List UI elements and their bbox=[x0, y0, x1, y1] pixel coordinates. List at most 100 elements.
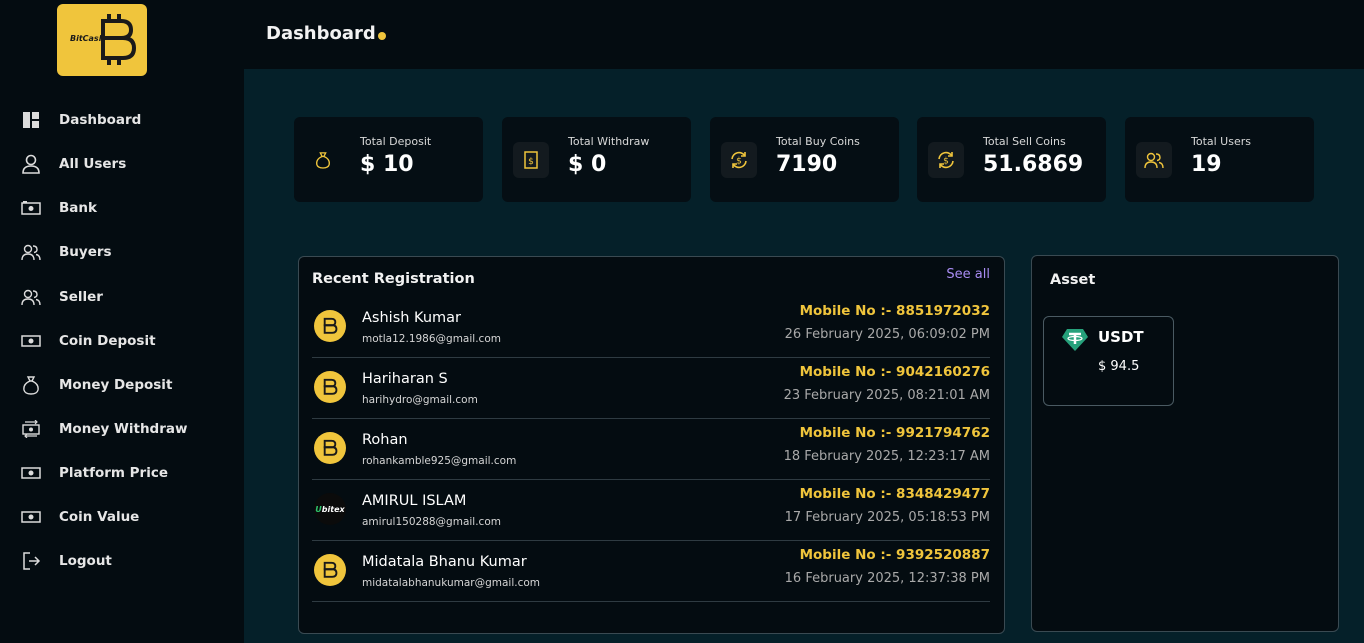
sidebar-item-label: Seller bbox=[59, 289, 103, 305]
users-icon bbox=[20, 286, 42, 308]
asset-value: $ 94.5 bbox=[1098, 359, 1140, 374]
user-name: Hariharan S bbox=[362, 371, 448, 387]
bitex-avatar-text: bitex bbox=[321, 504, 345, 514]
stat-card-total-deposit[interactable]: Total Deposit $ 10 bbox=[294, 117, 483, 202]
user-mobile: Mobile No :- 8348429477 bbox=[799, 486, 990, 502]
exchange-icon: $ bbox=[721, 142, 757, 178]
banknote-icon bbox=[20, 330, 42, 352]
stat-value: 19 bbox=[1191, 152, 1222, 177]
svg-text:$: $ bbox=[528, 157, 534, 167]
sidebar-item-label: Buyers bbox=[59, 244, 112, 260]
logout-icon bbox=[20, 550, 42, 572]
sidebar-item-logout[interactable]: Logout bbox=[20, 548, 230, 574]
stat-label: Total Sell Coins bbox=[983, 135, 1066, 148]
registration-date: 26 February 2025, 06:09:02 PM bbox=[784, 327, 990, 342]
user-name: Ashish Kumar bbox=[362, 310, 461, 326]
sidebar-item-bank[interactable]: Bank bbox=[20, 195, 230, 221]
registration-date: 16 February 2025, 12:37:38 PM bbox=[784, 571, 990, 586]
money-bag-icon bbox=[20, 374, 42, 396]
stat-label: Total Buy Coins bbox=[776, 135, 860, 148]
sidebar-item-label: All Users bbox=[59, 156, 127, 172]
sidebar-item-buyers[interactable]: Buyers bbox=[20, 239, 230, 265]
status-dot bbox=[378, 32, 386, 40]
sidebar-item-money-deposit[interactable]: Money Deposit bbox=[20, 372, 230, 398]
sidebar-item-label: Money Withdraw bbox=[59, 421, 188, 437]
svg-text:$: $ bbox=[736, 157, 742, 167]
stat-label: Total Withdraw bbox=[568, 135, 650, 148]
bitcash-avatar-icon bbox=[314, 432, 346, 464]
sidebar-item-money-withdraw[interactable]: Money Withdraw bbox=[20, 416, 230, 442]
stat-card-total-sell-coins[interactable]: $ Total Sell Coins 51.6869 bbox=[917, 117, 1106, 202]
bitcash-avatar-icon bbox=[314, 554, 346, 586]
sidebar-item-coin-deposit[interactable]: Coin Deposit bbox=[20, 328, 230, 354]
svg-text:$: $ bbox=[943, 157, 949, 167]
dashboard-icon bbox=[20, 109, 42, 131]
user-email: midatalabhanukumar@gmail.com bbox=[362, 577, 541, 589]
top-header: Dashboard bbox=[244, 0, 1364, 69]
registration-row[interactable]: Hariharan S harihydro@gmail.com Mobile N… bbox=[312, 358, 990, 419]
user-mobile: Mobile No :- 8851972032 bbox=[799, 303, 990, 319]
registration-date: 17 February 2025, 05:18:53 PM bbox=[784, 510, 990, 525]
stat-value: 7190 bbox=[776, 152, 838, 177]
tether-icon bbox=[1061, 328, 1089, 356]
sidebar-item-seller[interactable]: Seller bbox=[20, 284, 230, 310]
registration-date: 23 February 2025, 08:21:01 AM bbox=[783, 388, 990, 403]
asset-name: USDT bbox=[1098, 328, 1144, 346]
user-mobile: Mobile No :- 9392520887 bbox=[799, 547, 990, 563]
logo-text: BitCash bbox=[70, 34, 105, 43]
bitex-avatar-icon: Ubitex bbox=[314, 493, 346, 525]
stat-label: Total Deposit bbox=[360, 135, 432, 148]
registration-row[interactable]: Midatala Bhanu Kumar midatalabhanukumar@… bbox=[312, 541, 990, 602]
money-bag-icon bbox=[305, 142, 341, 178]
banknote-icon bbox=[20, 506, 42, 528]
stat-card-total-buy-coins[interactable]: $ Total Buy Coins 7190 bbox=[710, 117, 899, 202]
stat-value: $ 10 bbox=[360, 152, 414, 177]
sidebar-item-label: Coin Deposit bbox=[59, 333, 156, 349]
users-icon bbox=[1136, 142, 1172, 178]
sidebar-item-label: Coin Value bbox=[59, 509, 140, 525]
money-icon bbox=[20, 197, 42, 219]
receipt-icon: $ bbox=[513, 142, 549, 178]
registration-row[interactable]: Ashish Kumar motla12.1986@gmail.com Mobi… bbox=[312, 297, 990, 358]
sidebar-item-coin-value[interactable]: Coin Value bbox=[20, 504, 230, 530]
exchange-icon: $ bbox=[928, 142, 964, 178]
asset-card-usdt[interactable]: USDT $ 94.5 bbox=[1043, 316, 1174, 406]
user-name: AMIRUL ISLAM bbox=[362, 493, 467, 509]
sidebar-item-platform-price[interactable]: Platform Price bbox=[20, 460, 230, 486]
sidebar-item-label: Money Deposit bbox=[59, 377, 173, 393]
registration-date: 18 February 2025, 12:23:17 AM bbox=[783, 449, 990, 464]
sidebar: BitCash Dashboard All Users Bank Buyers … bbox=[0, 0, 244, 643]
user-mobile: Mobile No :- 9042160276 bbox=[799, 364, 990, 380]
user-email: harihydro@gmail.com bbox=[362, 394, 478, 406]
bitcash-logo[interactable]: BitCash bbox=[57, 4, 147, 76]
user-name: Midatala Bhanu Kumar bbox=[362, 554, 527, 570]
user-mobile: Mobile No :- 9921794762 bbox=[799, 425, 990, 441]
asset-panel: Asset USDT $ 94.5 bbox=[1031, 255, 1339, 632]
registration-row[interactable]: Rohan rohankamble925@gmail.com Mobile No… bbox=[312, 419, 990, 480]
registration-row[interactable]: Ubitex AMIRUL ISLAM amirul150288@gmail.c… bbox=[312, 480, 990, 541]
recent-registration-panel: Recent Registration See all Ashish Kumar… bbox=[298, 256, 1005, 634]
page-title: Dashboard bbox=[266, 23, 376, 44]
bitcash-avatar-icon bbox=[314, 371, 346, 403]
bitcash-avatar-icon bbox=[314, 310, 346, 342]
sidebar-item-label: Platform Price bbox=[59, 465, 168, 481]
banknote-icon bbox=[20, 462, 42, 484]
stat-label: Total Users bbox=[1191, 135, 1251, 148]
user-email: rohankamble925@gmail.com bbox=[362, 455, 517, 467]
sidebar-item-label: Logout bbox=[59, 553, 112, 569]
user-email: amirul150288@gmail.com bbox=[362, 516, 501, 528]
stat-card-total-withdraw[interactable]: $ Total Withdraw $ 0 bbox=[502, 117, 691, 202]
panel-title: Asset bbox=[1050, 272, 1096, 288]
money-transfer-icon bbox=[20, 418, 42, 440]
users-icon bbox=[20, 241, 42, 263]
see-all-link[interactable]: See all bbox=[946, 267, 990, 282]
user-email: motla12.1986@gmail.com bbox=[362, 333, 501, 345]
stat-value: $ 0 bbox=[568, 152, 607, 177]
stat-card-total-users[interactable]: Total Users 19 bbox=[1125, 117, 1314, 202]
sidebar-item-label: Bank bbox=[59, 200, 97, 216]
sidebar-item-dashboard[interactable]: Dashboard bbox=[20, 107, 230, 133]
sidebar-item-all-users[interactable]: All Users bbox=[20, 151, 230, 177]
user-name: Rohan bbox=[362, 432, 408, 448]
panel-title: Recent Registration bbox=[312, 271, 475, 287]
user-icon bbox=[20, 153, 42, 175]
